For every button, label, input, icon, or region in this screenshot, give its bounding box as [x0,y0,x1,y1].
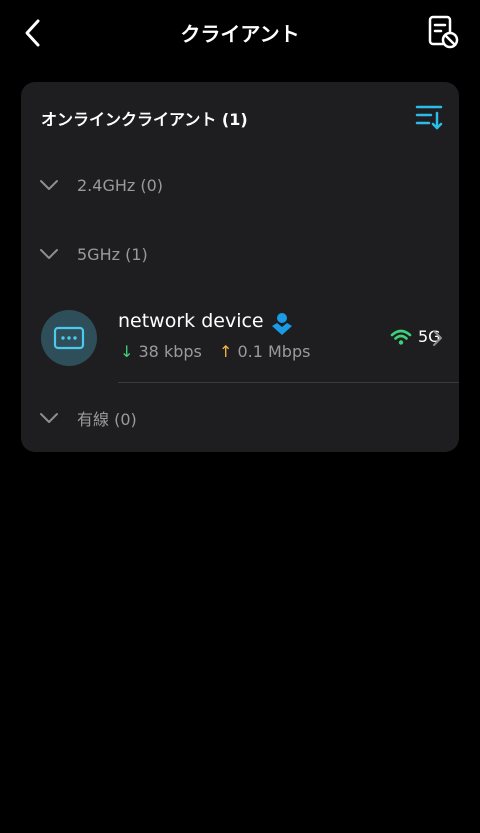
chevron-down-icon [40,249,58,259]
top-bar: クライアント [0,0,480,66]
download-rate: 38 kbps [138,342,202,361]
device-avatar [41,310,97,366]
device-icon [53,326,85,350]
chevron-down-icon [40,413,58,423]
group-2-4ghz[interactable]: 2.4GHz (0) [39,169,163,201]
download-arrow-icon: ↓ [120,342,134,361]
chevron-down-icon [40,180,58,190]
traffic-rates: ↓ 38 kbps ↑ 0.1 Mbps [120,342,310,361]
blocklist-icon[interactable] [428,15,460,49]
divider [118,382,459,383]
upload-arrow-icon: ↑ [218,342,233,361]
online-clients-heading: オンラインクライアント (1) [41,110,248,129]
online-clients-card: オンラインクライアント (1) 2.4GHz (0) 5GHz (1) netw… [21,82,459,452]
page-title: クライアント [180,22,300,46]
sort-icon[interactable] [415,104,443,130]
group-5ghz[interactable]: 5GHz (1) [39,238,148,270]
group-label: 有線 (0) [77,410,137,429]
group-label: 5GHz (1) [77,244,148,264]
group-wired[interactable]: 有線 (0) [39,402,137,434]
client-row[interactable]: network device ↓ 38 kbps ↑ 0.1 Mbps 5G [41,308,459,382]
device-name: network device [118,310,264,332]
wifi-icon [390,329,412,345]
person-icon [272,313,292,335]
upload-rate: 0.1 Mbps [237,342,311,361]
chevron-right-icon [433,330,442,346]
group-label: 2.4GHz (0) [77,175,164,195]
